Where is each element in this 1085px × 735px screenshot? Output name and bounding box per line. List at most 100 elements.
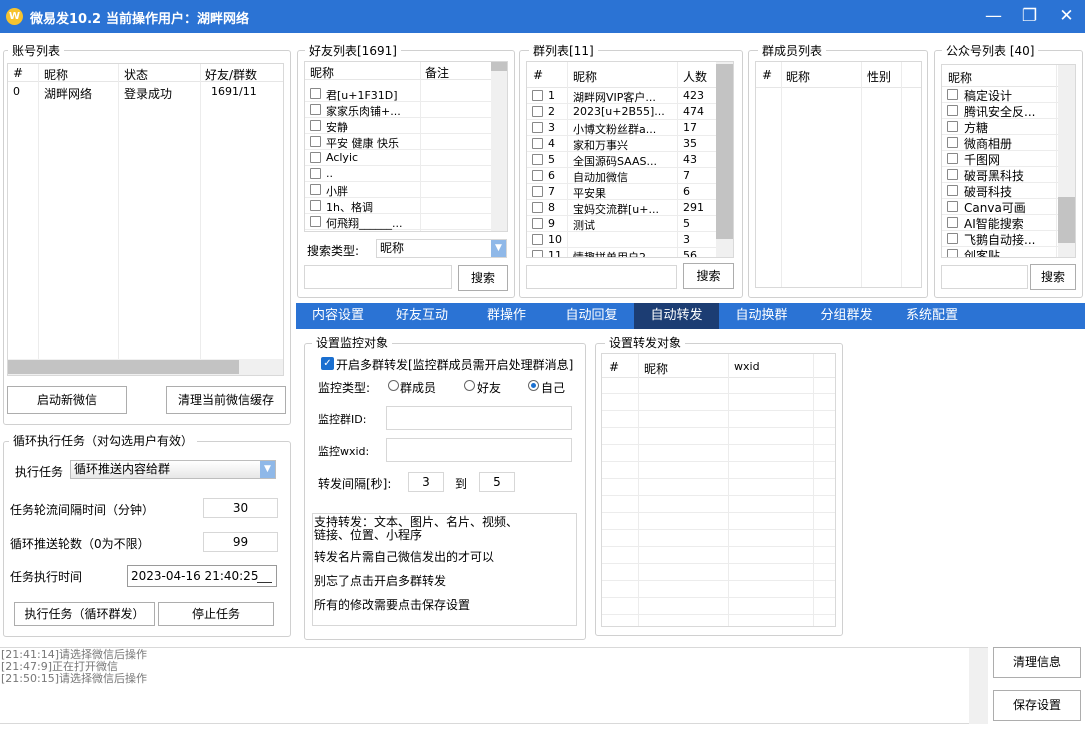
interval-to-input[interactable]: 5 [479,472,515,492]
list-item[interactable]: 家家乐肉铺+... [305,102,491,118]
table-row[interactable]: 3 小博文粉丝群a... 17 [527,120,716,136]
row-checkbox[interactable] [947,249,958,257]
list-item[interactable]: 1h、格调 [305,198,491,214]
list-item[interactable]: 小胖 [305,182,491,198]
vertical-scrollbar[interactable] [1058,65,1075,257]
list-item[interactable]: 方糖 [942,119,1058,135]
list-item[interactable]: 君[u+1F31D] [305,86,491,102]
list-item[interactable]: 安静 [305,118,491,134]
table-row[interactable]: 8 宝妈交流群[u+... 291 [527,200,716,216]
radio-friend[interactable] [464,380,475,391]
search-type-select[interactable]: 昵称 [376,239,507,258]
row-checkbox[interactable] [947,137,958,148]
row-checkbox[interactable] [310,88,321,99]
official-search-input[interactable] [941,265,1028,289]
minimize-button[interactable]: — [977,0,1010,33]
interval-from-input[interactable]: 3 [408,472,444,492]
row-checkbox[interactable] [310,200,321,211]
official-table[interactable]: 昵称 稿定设计 腾讯安全反... 方糖 微商相册 千图网 破哥黑科技 破哥科技 Canva可画… [941,64,1076,258]
row-checkbox[interactable] [532,138,543,149]
list-item[interactable]: Canva可画 [942,199,1058,215]
tab-auto-reply[interactable]: 自动回复 [549,303,634,329]
row-checkbox[interactable] [532,90,543,101]
table-row[interactable]: 0 湖畔网络 登录成功 1691/11 [8,84,283,101]
table-row[interactable]: 6 自动加微信 7 [527,168,716,184]
horizontal-scrollbar[interactable] [8,359,283,375]
row-checkbox[interactable] [532,186,543,197]
row-checkbox[interactable] [532,106,543,117]
row-checkbox[interactable] [947,217,958,228]
clear-info-button[interactable]: 清理信息 [993,647,1081,678]
chevron-down-icon[interactable]: ▼ [491,240,506,257]
save-settings-button[interactable]: 保存设置 [993,690,1081,721]
radio-self[interactable] [528,380,539,391]
row-checkbox[interactable] [310,152,321,163]
official-search-button[interactable]: 搜索 [1030,264,1076,290]
enable-forward-checkbox[interactable]: ✓ [321,357,334,370]
task-select[interactable]: 循环推送内容给群 [70,460,276,479]
interval-input[interactable]: 30 [203,498,278,518]
group-search-button[interactable]: 搜索 [683,263,734,289]
row-checkbox[interactable] [532,154,543,165]
account-table[interactable]: # 昵称 状态 好友/群数 0 湖畔网络 登录成功 1691/11 [7,63,284,376]
row-checkbox[interactable] [532,250,543,257]
table-row[interactable]: 5 全国源码SAAS... 43 [527,152,716,168]
tab-group-broadcast[interactable]: 分组群发 [804,303,889,329]
row-checkbox[interactable] [310,184,321,195]
calendar-icon[interactable] [257,569,272,583]
row-checkbox[interactable] [532,234,543,245]
table-row[interactable]: 11 情趣拼单用户2 56 [527,248,716,257]
list-item[interactable]: 何飛翔______... [305,214,491,230]
chevron-down-icon[interactable]: ▼ [260,461,275,478]
table-row[interactable]: 4 家和万事兴 35 [527,136,716,152]
row-checkbox[interactable] [532,122,543,133]
vertical-scrollbar[interactable] [716,62,733,257]
list-item[interactable]: Aclyic [305,150,491,166]
table-row[interactable]: 10 3 [527,232,716,248]
table-row[interactable]: 7 平安果 6 [527,184,716,200]
list-item[interactable]: 破哥黑科技 [942,167,1058,183]
friend-search-button[interactable]: 搜索 [458,265,508,291]
exec-time-picker[interactable]: 2023-04-16 21:40:25 [127,565,277,587]
list-item[interactable]: 平安 健康 快乐 [305,134,491,150]
row-checkbox[interactable] [947,105,958,116]
wxid-input[interactable] [386,438,572,462]
close-button[interactable]: ✕ [1050,0,1083,33]
list-item[interactable]: 创客贴 [942,247,1058,257]
row-checkbox[interactable] [310,168,321,179]
list-item[interactable]: 微商相册 [942,135,1058,151]
friend-search-input[interactable] [304,265,452,289]
row-checkbox[interactable] [310,120,321,131]
table-row[interactable]: 1 湖畔网VIP客户... 423 [527,88,716,104]
list-item[interactable]: 腾讯安全反... [942,103,1058,119]
tab-group-operations[interactable]: 群操作 [464,303,549,329]
row-checkbox[interactable] [947,233,958,244]
log-scrollbar[interactable] [969,648,988,724]
list-item[interactable]: 稿定设计 [942,87,1058,103]
forward-target-table[interactable]: # 昵称 wxid [601,353,836,627]
clear-cache-button[interactable]: 清理当前微信缓存 [166,386,286,414]
table-row[interactable]: 2 2023[u+2B55]... 474 [527,104,716,120]
row-checkbox[interactable] [532,202,543,213]
list-item[interactable]: 飞鹅自动接... [942,231,1058,247]
row-checkbox[interactable] [947,169,958,180]
row-checkbox[interactable] [947,201,958,212]
row-checkbox[interactable] [310,216,321,227]
list-item[interactable]: AI智能搜索 [942,215,1058,231]
tab-auto-forward[interactable]: 自动转发 [634,303,719,329]
row-checkbox[interactable] [947,153,958,164]
tab-auto-switch-group[interactable]: 自动换群 [719,303,804,329]
row-checkbox[interactable] [947,121,958,132]
friend-table[interactable]: 昵称 备注 君[u+1F31D] 家家乐肉铺+... 安静 平安 健康 快乐 Aclyi… [304,61,508,232]
group-search-input[interactable] [526,265,677,289]
tab-friend-interaction[interactable]: 好友互动 [380,303,464,329]
group-id-input[interactable] [386,406,572,430]
row-checkbox[interactable] [532,218,543,229]
row-checkbox[interactable] [947,185,958,196]
row-checkbox[interactable] [532,170,543,181]
row-checkbox[interactable] [947,89,958,100]
stop-task-button[interactable]: 停止任务 [158,602,274,626]
row-checkbox[interactable] [310,104,321,115]
row-checkbox[interactable] [310,136,321,147]
tab-system-config[interactable]: 系统配置 [889,303,975,329]
